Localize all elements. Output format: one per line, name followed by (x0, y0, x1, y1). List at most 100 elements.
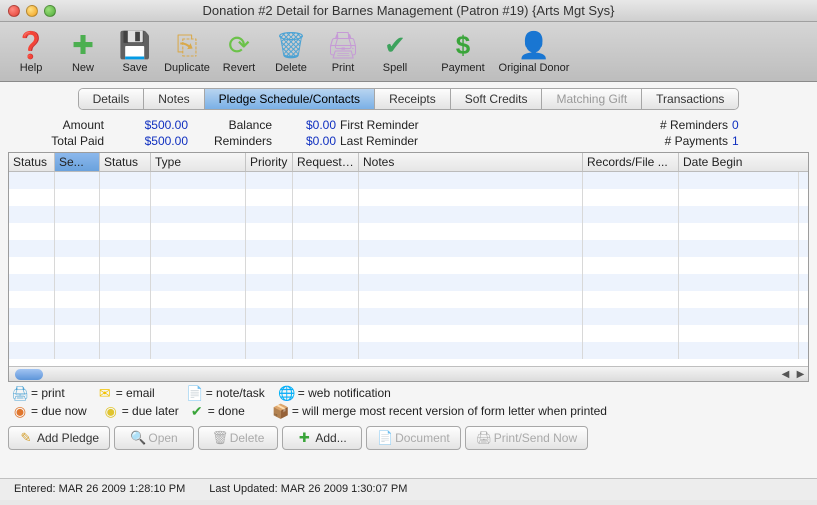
toolbar-label: Spell (383, 62, 407, 74)
plus-small-icon: ✚ (297, 430, 311, 446)
new-button[interactable]: ✚ New (58, 25, 108, 79)
duplicate-icon: ⎘ (177, 30, 198, 62)
button-label: Open (148, 431, 177, 445)
tab-matching-gift: Matching Gift (542, 89, 642, 109)
trash-icon: 🗑 (274, 30, 307, 62)
person-icon: 👤 (518, 30, 550, 62)
traffic-lights (8, 5, 56, 17)
web-legend-icon: 🌐 (279, 385, 295, 401)
merge-legend-icon: 📦 (273, 403, 289, 419)
legend-text: = web notification (298, 386, 391, 400)
col-type[interactable]: Type (151, 153, 246, 171)
revert-icon: ⟳ (228, 30, 250, 62)
col-records[interactable]: Records/File ... (583, 153, 679, 171)
scroll-left-icon[interactable]: ◀ (782, 369, 790, 380)
col-se[interactable]: Se... (55, 153, 100, 171)
tabbar: Details Notes Pledge Schedule/Contacts R… (8, 88, 809, 110)
print-legend-icon: 🖨 (12, 385, 28, 401)
col-date-begin[interactable]: Date Begin (679, 153, 799, 171)
legend-text: = will merge most recent version of form… (292, 404, 607, 418)
table-header: Status Se... Status Type Priority Reques… (9, 153, 808, 172)
spell-button[interactable]: ✔ Spell (370, 25, 420, 79)
toolbar-label: Save (122, 62, 147, 74)
legend-text: = print (31, 386, 65, 400)
pencil-icon: ✎ (19, 430, 33, 446)
add-button[interactable]: ✚ Add... (282, 426, 362, 450)
updated-timestamp: MAR 26 2009 1:30:07 PM (281, 483, 408, 495)
first-reminder-label: First Reminder (340, 118, 460, 132)
duplicate-button[interactable]: ⎘ Duplicate (162, 25, 212, 79)
button-label: Delete (230, 431, 265, 445)
last-reminder-value (464, 134, 614, 148)
tab-pledge-schedule-contacts[interactable]: Pledge Schedule/Contacts (205, 89, 375, 109)
tab-details[interactable]: Details (79, 89, 145, 109)
open-button: 🔍 Open (114, 426, 194, 450)
toolbar-label: Original Donor (499, 62, 570, 74)
help-button[interactable]: ❓ Help (6, 25, 56, 79)
num-reminders-value: 0 (732, 118, 752, 132)
col-priority[interactable]: Priority (246, 153, 293, 171)
col-status2[interactable]: Status (100, 153, 151, 171)
note-legend-icon: 📄 (187, 385, 203, 401)
tab-receipts[interactable]: Receipts (375, 89, 451, 109)
print-send-now-button: 🖨Print/Send Now (465, 426, 588, 450)
toolbar-label: Revert (223, 62, 255, 74)
close-window-button[interactable] (8, 5, 20, 17)
window-title: Donation #2 Detail for Barnes Management… (6, 3, 811, 18)
toolbar-label: Delete (275, 62, 307, 74)
toolbar-label: Duplicate (164, 62, 210, 74)
trash-small-icon: 🗑 (212, 430, 226, 446)
printer-icon: 🖨 (326, 30, 359, 62)
button-label: Add Pledge (37, 431, 99, 445)
reminders-value: $0.00 (276, 134, 336, 148)
legend-text: = email (116, 386, 155, 400)
last-reminder-label: Last Reminder (340, 134, 460, 148)
table-body[interactable] (9, 172, 808, 366)
print-button[interactable]: 🖨 Print (318, 25, 368, 79)
col-requestor[interactable]: Requeste... (293, 153, 359, 171)
col-notes[interactable]: Notes (359, 153, 583, 171)
tab-transactions[interactable]: Transactions (642, 89, 738, 109)
legend-text: = due later (122, 404, 179, 418)
zoom-window-button[interactable] (44, 5, 56, 17)
toolbar: ❓ Help ✚ New 💾 Save ⎘ Duplicate ⟳ Revert… (0, 22, 817, 82)
statusbar: Entered: MAR 26 2009 1:28:10 PM Last Upd… (0, 478, 817, 500)
email-legend-icon: ✉ (97, 385, 113, 401)
amount-value: $500.00 (108, 118, 188, 132)
toolbar-label: Print (332, 62, 355, 74)
toolbar-label: Help (20, 62, 43, 74)
document-icon: 📄 (377, 430, 391, 446)
col-status[interactable]: Status (9, 153, 55, 171)
titlebar: Donation #2 Detail for Barnes Management… (0, 0, 817, 22)
first-reminder-value (464, 118, 614, 132)
delete-button[interactable]: 🗑 Delete (266, 25, 316, 79)
original-donor-button[interactable]: 👤 Original Donor (490, 25, 578, 79)
scroll-thumb[interactable] (15, 369, 43, 380)
updated-label: Last Updated: (209, 483, 278, 495)
revert-button[interactable]: ⟳ Revert (214, 25, 264, 79)
tab-notes[interactable]: Notes (144, 89, 204, 109)
balance-value: $0.00 (276, 118, 336, 132)
legend-text: = due now (31, 404, 87, 418)
payment-button[interactable]: $ Payment (438, 25, 488, 79)
tab-soft-credits[interactable]: Soft Credits (451, 89, 543, 109)
total-paid-label: Total Paid (14, 134, 104, 148)
scroll-right-icon[interactable]: ▶ (797, 369, 805, 380)
delete-row-button: 🗑 Delete (198, 426, 278, 450)
entered-label: Entered: (14, 483, 56, 495)
content-area: Details Notes Pledge Schedule/Contacts R… (0, 82, 817, 478)
amount-label: Amount (14, 118, 104, 132)
plus-icon: ✚ (72, 30, 94, 62)
help-icon: ❓ (15, 30, 47, 62)
button-label: Print/Send Now (494, 431, 577, 445)
summary-panel: Amount $500.00 Balance $0.00 First Remin… (8, 114, 809, 152)
toolbar-label: Payment (441, 62, 484, 74)
minimize-window-button[interactable] (26, 5, 38, 17)
horizontal-scrollbar[interactable]: ◀▶ (9, 366, 808, 381)
add-pledge-button[interactable]: ✎ Add Pledge (8, 426, 110, 450)
button-label: Add... (315, 431, 346, 445)
due-later-legend-icon: ◉ (103, 403, 119, 419)
open-icon: 🔍 (130, 430, 144, 446)
save-button[interactable]: 💾 Save (110, 25, 160, 79)
legend-text: = done (208, 404, 245, 418)
